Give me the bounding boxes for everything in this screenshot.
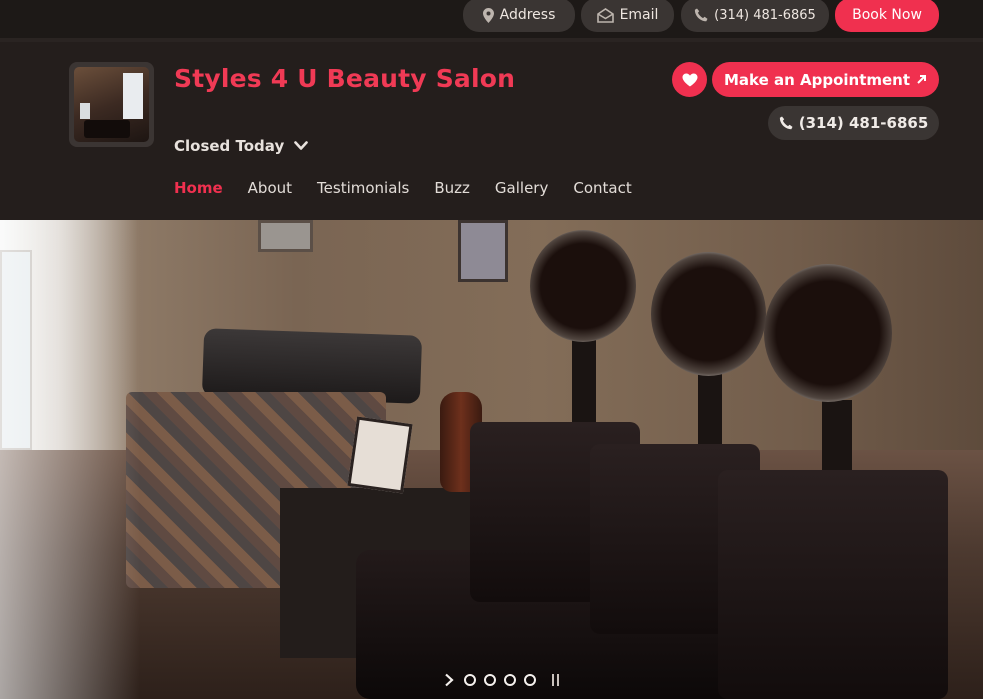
hero-window-light [0,220,140,699]
hair-dryer [764,264,892,402]
hero-wall-frame [258,220,313,252]
salon-chair [718,470,948,699]
hero-sign [347,416,413,494]
nav-home[interactable]: Home [174,179,223,197]
slider-controls [442,673,562,687]
salon-name[interactable]: Styles 4 U Beauty Salon [174,64,515,93]
hair-dryer [651,252,766,376]
favorite-button[interactable] [672,62,707,97]
book-now-label: Book Now [852,7,922,23]
salon-thumbnail[interactable] [69,62,154,147]
utility-bar: Address Email (314) 481-6865 Book Now [0,0,983,38]
thumbnail-chair [84,120,130,138]
map-pin-icon [482,7,494,23]
address-label: Address [499,7,556,23]
main-nav: Home About Testimonials Buzz Gallery Con… [174,179,657,197]
header-phone-label: (314) 481-6865 [798,114,929,132]
site-header: Styles 4 U Beauty Salon Closed Today Hom… [0,42,983,220]
envelope-icon [596,7,614,23]
nav-testimonials[interactable]: Testimonials [317,179,409,197]
phone-icon [779,116,793,130]
slider-dot[interactable] [484,674,496,686]
hero-slideshow[interactable] [0,220,983,699]
hero-wall-frame [458,220,508,282]
email-label: Email [619,7,659,23]
hours-dropdown[interactable]: Closed Today [174,137,309,155]
nav-contact[interactable]: Contact [573,179,631,197]
topbar-phone-button[interactable]: (314) 481-6865 [681,0,829,32]
header-phone-button[interactable]: (314) 481-6865 [768,106,939,140]
phone-icon [695,8,708,22]
hours-status: Closed Today [174,137,285,155]
nav-gallery[interactable]: Gallery [495,179,548,197]
slider-dot[interactable] [524,674,536,686]
chevron-down-icon [294,141,309,150]
make-appointment-label: Make an Appointment [723,70,911,89]
address-button[interactable]: Address [463,0,575,32]
nav-buzz[interactable]: Buzz [434,179,470,197]
heart-icon [682,73,697,86]
slider-dot[interactable] [504,674,516,686]
slider-dot[interactable] [464,674,476,686]
nav-about[interactable]: About [248,179,292,197]
thumbnail-window-small [80,103,90,119]
make-appointment-button[interactable]: Make an Appointment [712,62,939,97]
book-now-button[interactable]: Book Now [835,0,939,32]
salon-thumbnail-image [74,67,149,142]
pause-icon[interactable] [552,674,562,686]
hair-dryer [530,230,636,342]
arrow-up-right-icon [917,75,927,84]
email-button[interactable]: Email [581,0,674,32]
chevron-right-icon[interactable] [442,673,456,687]
thumbnail-window [123,73,143,119]
topbar-phone-label: (314) 481-6865 [714,7,816,23]
